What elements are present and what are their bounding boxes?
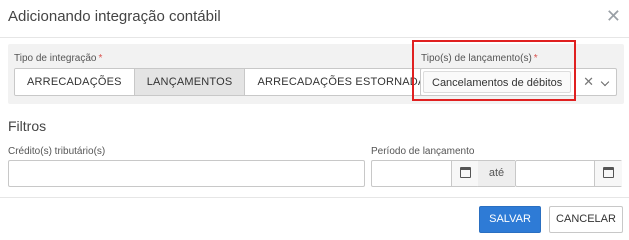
segment-arrecadacoes-estornadas[interactable]: ARRECADAÇÕES ESTORNADAS	[245, 69, 445, 95]
period-end-field[interactable]	[515, 160, 622, 187]
required-mark: *	[533, 53, 538, 64]
required-mark: *	[98, 53, 103, 64]
launch-type-select[interactable]: Cancelamentos de débitos ✕	[420, 68, 617, 96]
launch-type-label: Tipo(s) de lançamento(s) *	[421, 53, 538, 64]
period-label: Período de lançamento	[371, 146, 475, 157]
period-start-calendar-button[interactable]	[451, 161, 479, 186]
clear-icon[interactable]: ✕	[583, 74, 594, 90]
integration-type-label-text: Tipo de integração	[14, 53, 97, 64]
launch-type-label-text: Tipo(s) de lançamento(s)	[421, 53, 532, 64]
calendar-icon	[460, 167, 471, 178]
credit-label: Crédito(s) tributário(s)	[8, 146, 106, 157]
selected-chip[interactable]: Cancelamentos de débitos	[423, 71, 572, 93]
segment-arrecadacoes[interactable]: ARRECADAÇÕES	[15, 69, 135, 95]
cancel-button[interactable]: CANCELAR	[549, 206, 623, 233]
calendar-icon	[603, 167, 614, 178]
modal-title: Adicionando integração contábil	[8, 8, 221, 25]
filters-title: Filtros	[8, 118, 47, 134]
footer-divider	[0, 197, 629, 198]
chevron-down-icon[interactable]	[600, 77, 610, 87]
segment-lancamentos[interactable]: LANÇAMENTOS	[134, 69, 246, 95]
integration-type-label: Tipo de integração *	[14, 53, 102, 64]
period-separator: até	[478, 160, 515, 187]
credit-input[interactable]	[8, 160, 365, 187]
header-divider	[0, 37, 629, 38]
close-icon[interactable]: ✕	[606, 7, 621, 25]
period-end-calendar-button[interactable]	[594, 161, 622, 186]
period-start-field[interactable]	[371, 160, 479, 187]
save-button[interactable]: SALVAR	[479, 206, 541, 233]
integration-type-segmented: ARRECADAÇÕES LANÇAMENTOS ARRECADAÇÕES ES…	[14, 68, 446, 96]
